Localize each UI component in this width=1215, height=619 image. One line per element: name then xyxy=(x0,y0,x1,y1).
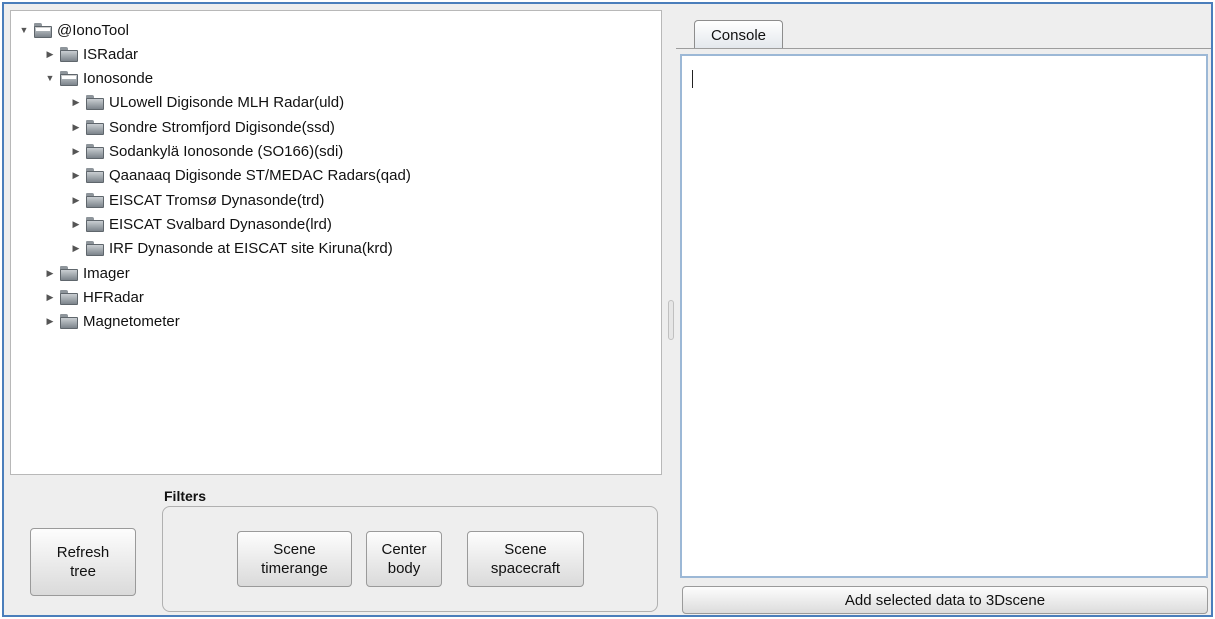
left-pane: ▼ @IonoTool ▶ ISRadar ▼ Ionosonde ▶ ULowell Dig… xyxy=(10,10,662,615)
folder-icon xyxy=(60,71,78,87)
text-caret xyxy=(692,70,693,88)
scene-timerange-button[interactable]: Scene timerange xyxy=(237,531,352,587)
tree-node-label: Qaanaaq Digisonde ST/MEDAC Radars(qad) xyxy=(109,167,411,185)
collapsed-arrow-icon[interactable]: ▶ xyxy=(70,171,82,180)
folder-icon xyxy=(60,265,78,281)
collapsed-arrow-icon[interactable]: ▶ xyxy=(70,147,82,156)
collapsed-arrow-icon[interactable]: ▶ xyxy=(70,219,82,229)
expanded-arrow-icon[interactable]: ▼ xyxy=(44,74,56,83)
tree-node[interactable]: ▼ Ionosonde xyxy=(44,67,154,91)
tree-node[interactable]: ▶ IRF Dynasonde at EISCAT site Kiruna(krd… xyxy=(70,237,393,261)
tree-node-label: Imager xyxy=(83,264,130,282)
folder-icon xyxy=(86,119,104,135)
tree-node[interactable]: ▶ Magnetometer xyxy=(44,310,180,334)
folder-icon xyxy=(60,46,78,62)
split-pane-divider[interactable] xyxy=(668,300,674,340)
tree-node[interactable]: ▶ Sodankylä Ionosonde (SO166)(sdi) xyxy=(70,140,344,164)
tree-node[interactable]: ▶ ISRadar xyxy=(44,42,139,66)
folder-icon xyxy=(60,314,78,330)
tree-node[interactable]: ▶ Imager xyxy=(44,261,130,285)
tree-node[interactable]: ▶ Qaanaaq Digisonde ST/MEDAC Radars(qad) xyxy=(70,164,411,188)
tree-node-label: HFRadar xyxy=(83,288,144,306)
tree-node-label: EISCAT Svalbard Dynasonde(lrd) xyxy=(109,215,332,233)
expanded-arrow-icon[interactable]: ▼ xyxy=(18,25,30,35)
tree-node-label: ISRadar xyxy=(83,45,139,63)
center-body-button[interactable]: Center body xyxy=(366,531,442,587)
tree-node-label: Magnetometer xyxy=(83,313,180,331)
tab-console[interactable]: Console xyxy=(694,20,783,49)
tree-node-label: Sodankylä Ionosonde (SO166)(sdi) xyxy=(109,143,344,160)
tree-node[interactable]: ▶ Sondre Stromfjord Digisonde(ssd) xyxy=(70,115,335,139)
tab-strip-divider xyxy=(676,48,1211,49)
tree-node-label: EISCAT Tromsø Dynasonde(trd) xyxy=(109,191,325,209)
folder-icon xyxy=(86,216,104,232)
filters-title: Filters xyxy=(164,488,207,504)
add-to-3dscene-button[interactable]: Add selected data to 3Dscene xyxy=(682,586,1208,614)
tree-node[interactable]: ▶ EISCAT Svalbard Dynasonde(lrd) xyxy=(70,212,332,236)
tree-node-label: IRF Dynasonde at EISCAT site Kiruna(krd) xyxy=(109,240,393,258)
collapsed-arrow-icon[interactable]: ▶ xyxy=(70,122,82,132)
collapsed-arrow-icon[interactable]: ▶ xyxy=(44,292,56,302)
folder-icon xyxy=(86,168,104,184)
tree-node-label: Sondre Stromfjord Digisonde(ssd) xyxy=(109,118,335,136)
right-pane: Console Add selected data to 3Dscene xyxy=(676,10,1211,615)
tree-node-label: Ionosonde xyxy=(83,70,154,88)
collapsed-arrow-icon[interactable]: ▶ xyxy=(44,317,56,326)
tree-node-label: ULowell Digisonde MLH Radar(uld) xyxy=(109,94,345,112)
scene-spacecraft-button[interactable]: Scene spacecraft xyxy=(467,531,584,587)
folder-icon xyxy=(86,144,104,159)
collapsed-arrow-icon[interactable]: ▶ xyxy=(70,98,82,107)
tree-node[interactable]: ▶ HFRadar xyxy=(44,285,144,309)
collapsed-arrow-icon[interactable]: ▶ xyxy=(70,244,82,253)
tree-node-label: @IonoTool xyxy=(57,21,129,39)
console-text-area[interactable] xyxy=(680,54,1208,578)
folder-icon xyxy=(34,22,52,38)
data-tree[interactable]: ▼ @IonoTool ▶ ISRadar ▼ Ionosonde ▶ ULowell Dig… xyxy=(10,10,662,475)
collapsed-arrow-icon[interactable]: ▶ xyxy=(44,268,56,278)
folder-icon xyxy=(86,241,104,257)
filters-group: Scene timerange Center body Scene spacec… xyxy=(162,506,658,612)
tree-node[interactable]: ▶ ULowell Digisonde MLH Radar(uld) xyxy=(70,91,345,115)
collapsed-arrow-icon[interactable]: ▶ xyxy=(44,49,56,59)
tree-node[interactable]: ▼ @IonoTool xyxy=(18,18,129,42)
folder-icon xyxy=(86,95,104,111)
tree-controls-panel: Refresh tree Filters Scene timerange Cen… xyxy=(10,478,662,615)
folder-icon xyxy=(60,289,78,305)
collapsed-arrow-icon[interactable]: ▶ xyxy=(70,195,82,205)
tree-node[interactable]: ▶ EISCAT Tromsø Dynasonde(trd) xyxy=(70,188,325,212)
app-window: ▼ @IonoTool ▶ ISRadar ▼ Ionosonde ▶ ULowell Dig… xyxy=(2,2,1213,617)
refresh-tree-button[interactable]: Refresh tree xyxy=(30,528,136,596)
folder-icon xyxy=(86,192,104,208)
